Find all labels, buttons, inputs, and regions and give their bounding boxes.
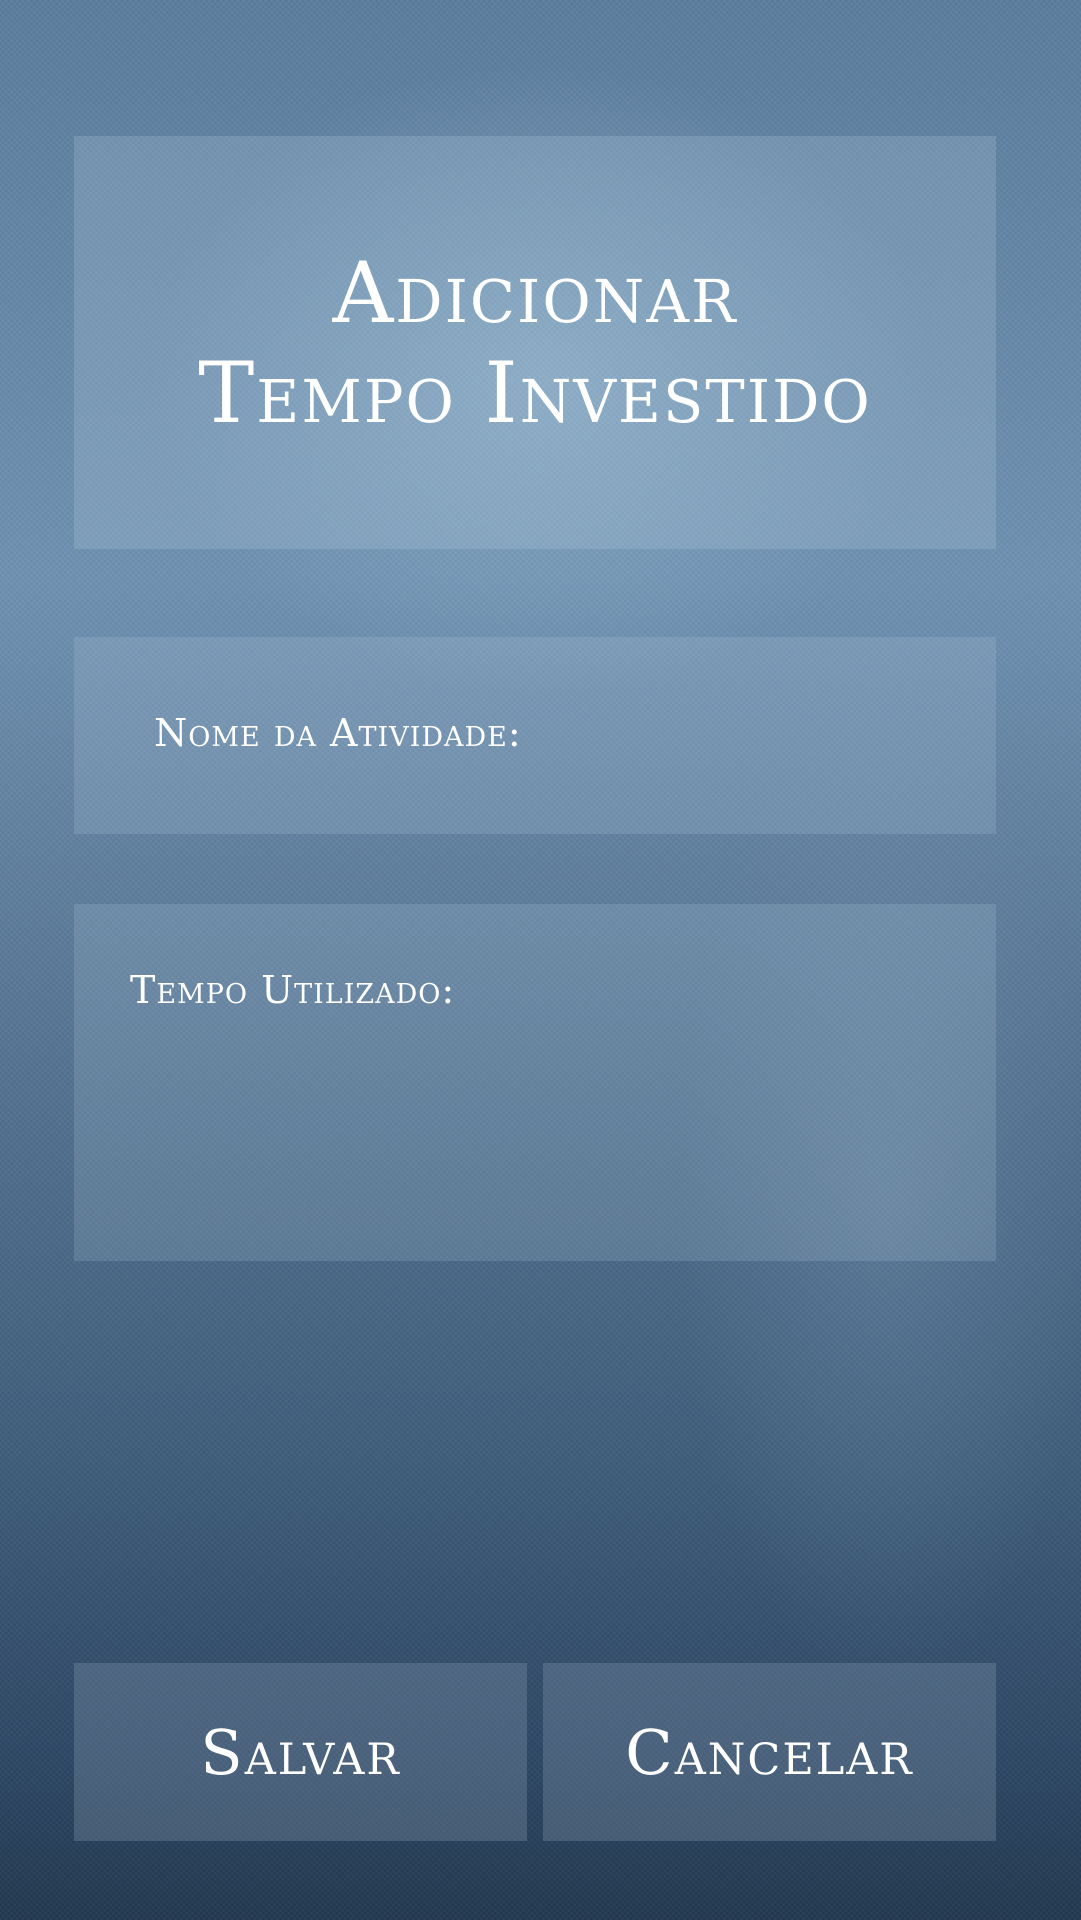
page-title-line-1: Adicionar: [332, 243, 738, 342]
activity-name-field[interactable]: Nome da Atividade:: [74, 637, 996, 834]
page-title-panel: Adicionar Tempo Investido: [74, 136, 996, 549]
activity-name-label: Nome da Atividade:: [154, 711, 522, 755]
time-used-field[interactable]: Tempo Utilizado:: [74, 904, 996, 1261]
save-button[interactable]: Salvar: [74, 1663, 527, 1841]
page-title-line-2: Tempo Investido: [198, 343, 872, 442]
cancel-button[interactable]: Cancelar: [543, 1663, 996, 1841]
time-used-label: Tempo Utilizado:: [130, 968, 456, 1012]
